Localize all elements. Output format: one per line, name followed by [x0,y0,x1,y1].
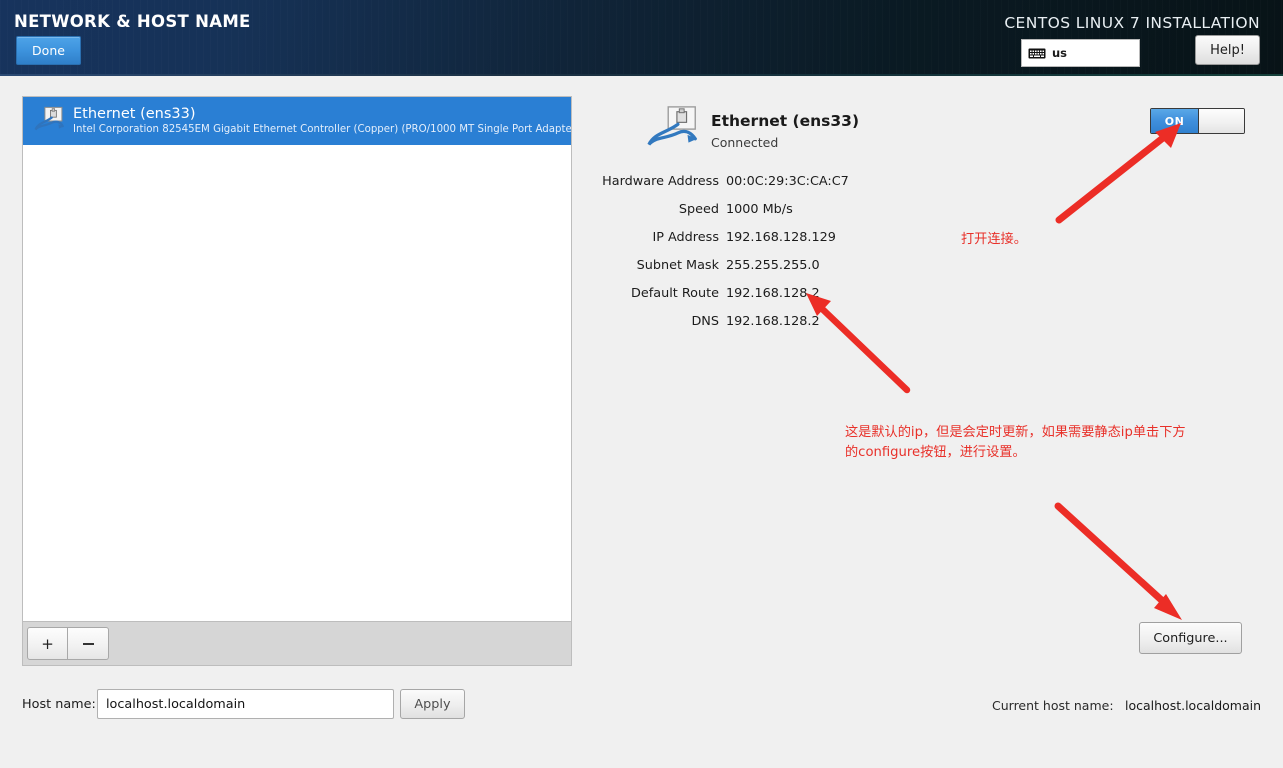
detail-label: Default Route [631,286,719,301]
apply-button[interactable]: Apply [400,689,465,719]
list-item-title: Ethernet (ens33) [73,106,196,122]
list-item[interactable]: Ethernet (ens33) Intel Corporation 82545… [23,97,571,145]
detail-value: 1000 Mb/s [726,202,793,217]
device-detail-texts: Ethernet (ens33) Connected [711,104,859,152]
annotation-text-ip: 这是默认的ip，但是会定时更新，如果需要静态ip单击下方 的configure按… [845,425,1186,460]
detail-label: Hardware Address [602,174,719,189]
detail-label: DNS [691,314,719,329]
detail-row: Default Route 192.168.128.2 [520,280,920,308]
connection-toggle-state: ON [1151,109,1198,133]
connection-toggle-knob[interactable] [1198,109,1244,133]
detail-value: 192.168.128.2 [726,286,820,301]
done-button-label: Done [32,43,65,58]
configure-button-label: Configure... [1153,630,1228,646]
add-device-button[interactable]: + [27,627,68,660]
done-button[interactable]: Done [16,36,81,65]
device-detail-status: Connected [711,135,779,150]
keyboard-layout-label: us [1052,46,1068,60]
installation-title: CENTOS LINUX 7 INSTALLATION [1004,14,1260,32]
detail-value: 192.168.128.129 [726,230,836,245]
list-item-description: Intel Corporation 82545EM Gigabit Ethern… [73,124,572,135]
annotation-text-toggle: 打开连接。 [961,232,1027,247]
hostname-input[interactable] [97,689,394,719]
header-divider [0,74,1283,76]
annotation-arrow-toggle [1055,123,1181,224]
detail-label: Subnet Mask [636,258,719,273]
network-device-list[interactable]: Ethernet (ens33) Intel Corporation 82545… [22,96,572,622]
help-button-label: Help! [1210,42,1245,58]
detail-row: Hardware Address 00:0C:29:3C:CA:C7 [520,168,920,196]
configure-button[interactable]: Configure... [1139,622,1242,654]
device-detail-fields: Hardware Address 00:0C:29:3C:CA:C7 Speed… [520,168,920,336]
keyboard-icon [1028,48,1046,58]
ethernet-icon [34,106,64,131]
help-button[interactable]: Help! [1195,35,1260,65]
device-detail-header: Ethernet (ens33) Connected [645,104,859,160]
remove-device-button[interactable] [68,627,109,660]
device-list-toolbar: + [22,622,572,666]
detail-row: DNS 192.168.128.2 [520,308,920,336]
detail-value: 255.255.255.0 [726,258,820,273]
annotation-arrow-configure [1054,502,1182,620]
detail-label: IP Address [652,230,719,245]
detail-row: Speed 1000 Mb/s [520,196,920,224]
keyboard-layout-indicator[interactable]: us [1021,39,1140,67]
connection-toggle[interactable]: ON [1150,108,1245,134]
list-item-texts: Ethernet (ens33) Intel Corporation 82545… [73,106,572,136]
page-title: NETWORK & HOST NAME [14,12,251,31]
current-hostname-value: localhost.localdomain [1125,698,1262,713]
detail-value: 00:0C:29:3C:CA:C7 [726,174,849,189]
detail-row: Subnet Mask 255.255.255.0 [520,252,920,280]
hostname-label: Host name: [22,697,96,712]
ethernet-icon [647,106,698,146]
detail-label: Speed [678,202,719,217]
current-hostname-label: Current host name: [992,698,1114,713]
detail-row: IP Address 192.168.128.129 [520,224,920,252]
device-detail-name: Ethernet (ens33) [711,112,860,130]
header-bar: NETWORK & HOST NAME Done CENTOS LINUX 7 … [0,0,1283,76]
detail-value: 192.168.128.2 [726,314,820,329]
minus-icon [82,642,94,645]
add-device-label: + [41,634,54,653]
apply-button-label: Apply [414,696,451,712]
installer-screen: NETWORK & HOST NAME Done CENTOS LINUX 7 … [0,0,1283,768]
